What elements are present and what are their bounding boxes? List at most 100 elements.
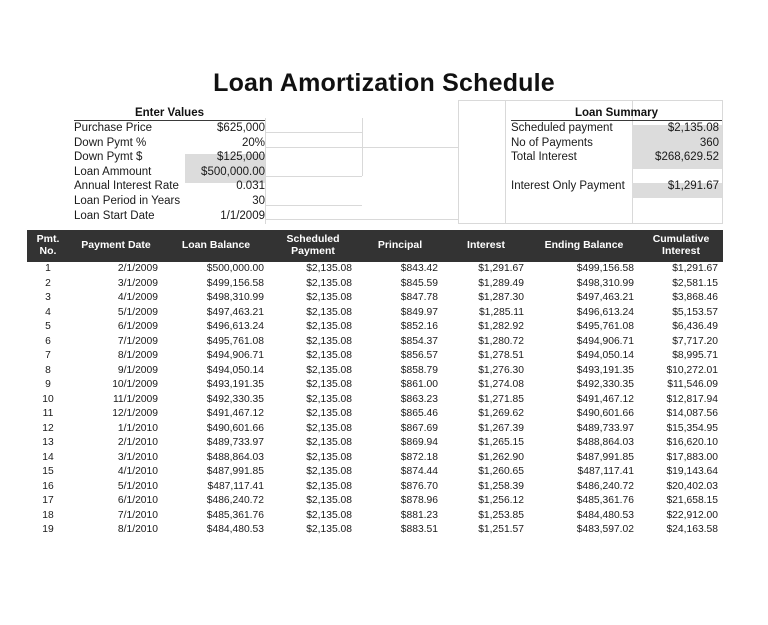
table-cell: $22,912.00 bbox=[666, 509, 718, 521]
header-line-1: Ending Balance bbox=[544, 238, 624, 251]
table-cell: 8/1/2009 bbox=[117, 350, 158, 361]
table-cell: 7/1/2009 bbox=[117, 335, 158, 347]
loan-summary-spacer bbox=[511, 165, 722, 180]
field-label: Annual Interest Rate bbox=[74, 180, 179, 193]
table-cell: $492,330.35 bbox=[206, 393, 264, 405]
table-cell: 8/1/2010 bbox=[117, 524, 158, 535]
column-header-pmt-no[interactable]: Pmt. No. bbox=[27, 230, 69, 262]
field-value: 360 bbox=[699, 136, 719, 149]
table-row[interactable]: 16 5/1/2010 $487,117.41 $2,135.08 $876.70 $1,… bbox=[27, 480, 723, 495]
table-row[interactable]: 14 3/1/2010 $488,864.03 $2,135.08 $872.18 $1,… bbox=[27, 451, 723, 466]
table-cell: $2,135.08 bbox=[306, 495, 352, 506]
table-cell: $852.16 bbox=[400, 321, 438, 332]
field-value[interactable]: 1/1/2009 bbox=[165, 209, 265, 224]
table-cell: $493,191.35 bbox=[576, 364, 634, 376]
header-line-1: Principal bbox=[377, 238, 423, 251]
column-header-interest[interactable]: Interest bbox=[443, 230, 529, 262]
table-cell: $492,330.35 bbox=[576, 379, 634, 390]
table-row[interactable]: 9 10/1/2009 $493,191.35 $2,135.08 $861.00 $1,… bbox=[27, 378, 723, 393]
table-cell: $1,253.85 bbox=[478, 509, 524, 521]
table-cell: $488,864.03 bbox=[206, 451, 264, 463]
table-row[interactable]: 12 1/1/2010 $490,601.66 $2,135.08 $867.69 $1,… bbox=[27, 422, 723, 437]
table-cell: $10,272.01 bbox=[666, 364, 718, 376]
enter-values-row: Annual Interest Rate 0.031 bbox=[74, 179, 265, 194]
table-cell: 2/1/2010 bbox=[117, 437, 158, 448]
table-row[interactable]: 11 12/1/2009 $491,467.12 $2,135.08 $865.46 $1… bbox=[27, 407, 723, 422]
table-cell: $874.44 bbox=[400, 466, 438, 477]
table-cell: $869.94 bbox=[400, 437, 438, 448]
table-row[interactable]: 15 4/1/2010 $487,991.85 $2,135.08 $874.44 $1,… bbox=[27, 465, 723, 480]
table-row[interactable]: 2 3/1/2009 $499,156.58 $2,135.08 $845.59 $1,2… bbox=[27, 277, 723, 292]
field-label: Loan Ammount bbox=[74, 165, 152, 178]
table-cell: $883.51 bbox=[400, 524, 438, 535]
gridline bbox=[505, 100, 506, 224]
cell-pmt-no: 15 bbox=[42, 466, 54, 477]
table-cell: 3/1/2010 bbox=[117, 451, 158, 463]
table-row[interactable]: 17 6/1/2010 $486,240.72 $2,135.08 $878.96 $1,… bbox=[27, 494, 723, 509]
cell-pmt-no: 5 bbox=[45, 321, 51, 332]
gridline bbox=[458, 223, 722, 224]
field-value: $1,291.67 bbox=[667, 180, 719, 193]
header-line-1: Loan Balance bbox=[181, 238, 251, 251]
header-line-1: Cumulative bbox=[652, 233, 710, 245]
table-row[interactable]: 19 8/1/2010 $484,480.53 $2,135.08 $883.51 $1,… bbox=[27, 523, 723, 538]
table-cell: $1,267.39 bbox=[478, 422, 524, 434]
table-cell: 7/1/2010 bbox=[117, 509, 158, 521]
table-cell: $1,271.85 bbox=[478, 393, 524, 405]
column-header-loan-balance[interactable]: Loan Balance bbox=[163, 230, 269, 262]
table-row[interactable]: 5 6/1/2009 $496,613.24 $2,135.08 $852.16 $1,2… bbox=[27, 320, 723, 335]
header-line-1: Interest bbox=[467, 238, 505, 251]
table-row[interactable]: 18 7/1/2010 $485,361.76 $2,135.08 $881.23 $1,… bbox=[27, 509, 723, 524]
table-cell: $2,135.08 bbox=[306, 422, 352, 434]
table-row[interactable]: 7 8/1/2009 $494,906.71 $2,135.08 $856.57 $1,2… bbox=[27, 349, 723, 364]
table-row[interactable]: 1 2/1/2009 $500,000.00 $2,135.08 $843.42 $1,2… bbox=[27, 262, 723, 277]
loan-summary-row: Scheduled payment $2,135.08 bbox=[511, 121, 722, 136]
table-cell: $2,135.08 bbox=[306, 379, 352, 390]
table-cell: $487,991.85 bbox=[206, 466, 264, 477]
column-header-payment-date[interactable]: Payment Date bbox=[69, 230, 163, 262]
column-header-ending-balance[interactable]: Ending Balance bbox=[529, 230, 639, 262]
table-row[interactable]: 3 4/1/2009 $498,310.99 $2,135.08 $847.78 $1,2… bbox=[27, 291, 723, 306]
gridline bbox=[265, 176, 362, 177]
table-cell: $1,289.49 bbox=[478, 277, 524, 289]
table-row[interactable]: 6 7/1/2009 $495,761.08 $2,135.08 $854.37 $1,2… bbox=[27, 335, 723, 350]
table-cell: $854.37 bbox=[400, 335, 438, 347]
gridline bbox=[458, 100, 459, 224]
table-cell: $499,156.58 bbox=[206, 277, 264, 289]
table-cell: $847.78 bbox=[400, 292, 438, 303]
enter-values-heading: Enter Values bbox=[74, 107, 265, 121]
column-header-scheduled-payment[interactable]: Scheduled Payment bbox=[269, 230, 357, 262]
table-cell: $19,143.64 bbox=[666, 466, 718, 477]
column-header-cumulative-interest[interactable]: Cumulative Interest bbox=[639, 230, 723, 262]
field-value[interactable]: 20% bbox=[165, 136, 265, 151]
table-cell: $483,597.02 bbox=[576, 524, 634, 535]
enter-values-row: Purchase Price $625,000 bbox=[74, 121, 265, 136]
table-row[interactable]: 4 5/1/2009 $497,463.21 $2,135.08 $849.97 $1,2… bbox=[27, 306, 723, 321]
table-cell: $12,817.94 bbox=[666, 393, 718, 405]
table-cell: $493,191.35 bbox=[206, 379, 264, 390]
table-cell: $843.42 bbox=[400, 263, 438, 274]
gridline bbox=[265, 147, 458, 148]
header-line-2: No. bbox=[39, 244, 57, 257]
table-cell: $867.69 bbox=[400, 422, 438, 434]
field-value[interactable]: 0.031 bbox=[165, 179, 265, 194]
table-row[interactable]: 13 2/1/2010 $489,733.97 $2,135.08 $869.94 $1,… bbox=[27, 436, 723, 451]
field-value: $268,629.52 bbox=[655, 151, 719, 164]
table-cell: $491,467.12 bbox=[576, 393, 634, 405]
column-header-principal[interactable]: Principal bbox=[357, 230, 443, 262]
cell-pmt-no: 17 bbox=[42, 495, 54, 506]
field-value[interactable]: $625,000 bbox=[165, 121, 265, 136]
table-cell: $491,467.12 bbox=[206, 408, 264, 419]
table-header-row: Pmt. No. Payment Date Loan Balance Sched… bbox=[27, 230, 723, 262]
table-cell: $1,251.57 bbox=[478, 524, 524, 535]
table-row[interactable]: 10 11/1/2009 $492,330.35 $2,135.08 $863.23 $1… bbox=[27, 393, 723, 408]
table-cell: $2,135.08 bbox=[306, 466, 352, 477]
table-cell: $872.18 bbox=[400, 451, 438, 463]
table-row[interactable]: 8 9/1/2009 $494,050.14 $2,135.08 $858.79 $1,2… bbox=[27, 364, 723, 379]
field-value[interactable]: 30 bbox=[165, 194, 265, 209]
cell-pmt-no: 8 bbox=[45, 364, 51, 376]
header-line-1: Pmt. bbox=[36, 233, 60, 245]
table-cell: 11/1/2009 bbox=[112, 393, 158, 405]
gridline bbox=[458, 100, 722, 101]
table-cell: $494,906.71 bbox=[576, 335, 634, 347]
